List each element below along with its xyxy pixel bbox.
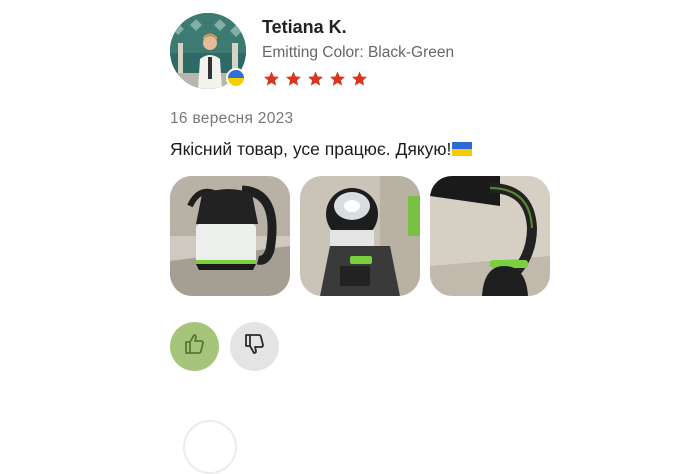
product-variant: Emitting Color: Black-Green (262, 44, 455, 61)
thumbs-up-icon (183, 332, 207, 361)
review-photo-2[interactable] (300, 176, 420, 296)
ukraine-flag-icon (226, 68, 246, 88)
next-review-avatar (183, 420, 237, 474)
thumbs-down-icon (243, 332, 267, 361)
star-icon (264, 71, 279, 86)
star-icon (308, 71, 323, 86)
star-icon (330, 71, 345, 86)
review-text-line: Якісний товар, усе працює. Дякую! (170, 139, 473, 160)
not-helpful-button[interactable] (230, 322, 279, 371)
review-photo-1[interactable] (170, 176, 290, 296)
review-text: Якісний товар, усе працює. Дякую! (170, 139, 452, 159)
helpful-button[interactable] (170, 322, 219, 371)
ukraine-flag-icon (452, 142, 473, 156)
star-rating (262, 70, 369, 88)
review-date: 16 вересня 2023 (170, 110, 294, 127)
star-icon (352, 71, 367, 86)
star-icon (286, 71, 301, 86)
reviewer-name: Tetiana K. (262, 17, 347, 37)
review-photo-3[interactable] (430, 176, 550, 296)
